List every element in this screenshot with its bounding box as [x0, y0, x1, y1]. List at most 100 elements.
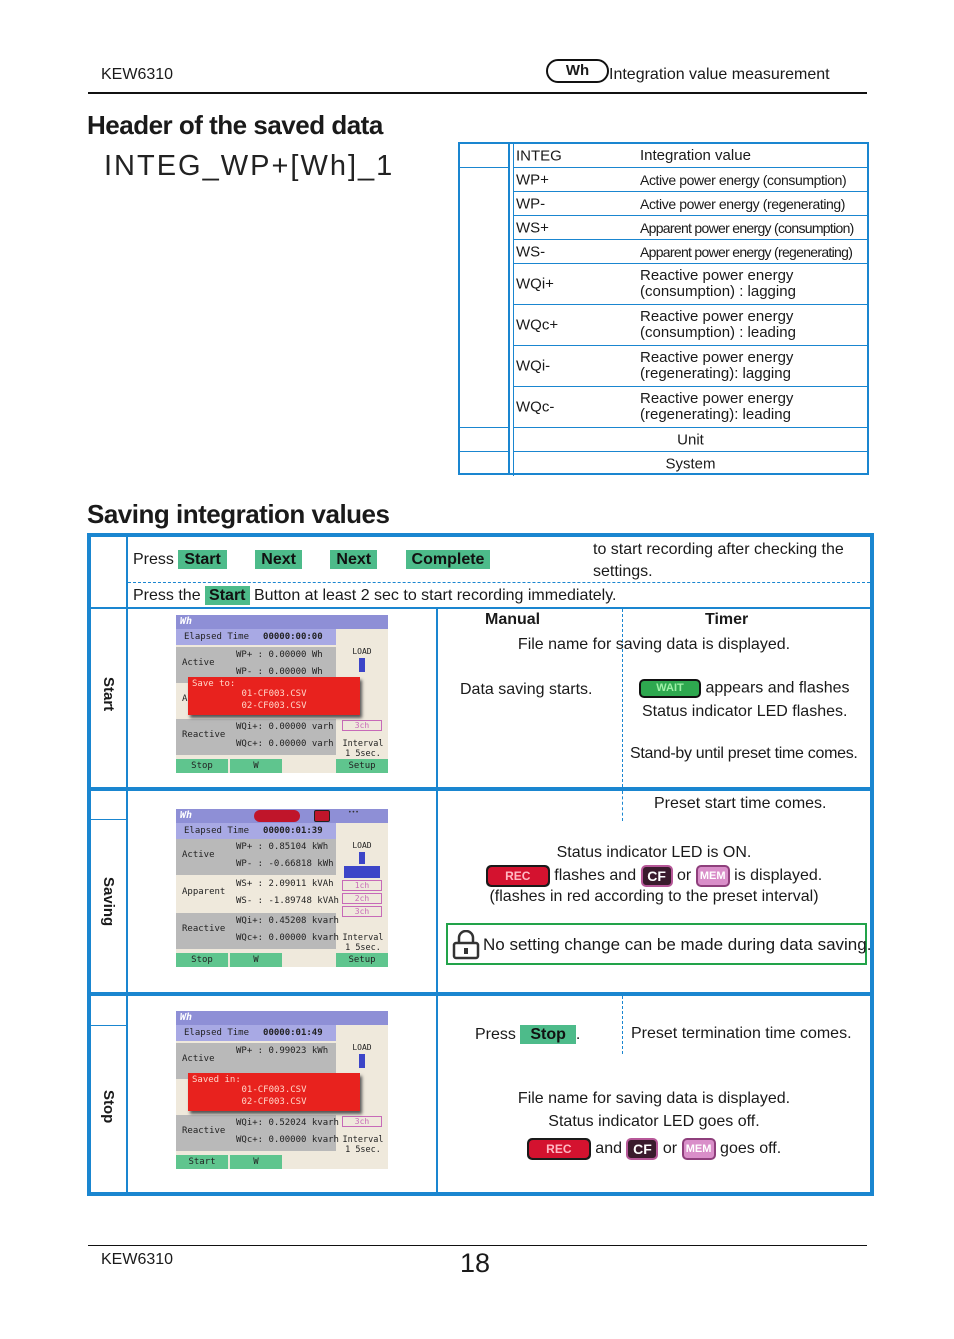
start-button[interactable]: Start [178, 550, 227, 569]
legend-left-column [460, 144, 510, 473]
screen-footer: Stop W Setup [176, 953, 388, 967]
legend-row: WP- Active power energy (regenerating) [514, 192, 867, 216]
legend-description-line: (consumption) : leading [640, 324, 796, 341]
legend-row: WQc+ Reactive power energy (consumption) … [514, 305, 867, 346]
lock-icon [452, 930, 480, 960]
elapsed-time: Elapsed Time 00000:01:39 [176, 823, 336, 839]
start-button[interactable]: Start [205, 586, 250, 605]
reading: WQi+: 0.52024 kvarh [236, 1118, 339, 1128]
start-filename-text: File name for saving data is displayed. [517, 636, 791, 653]
screen-w-button: W [230, 759, 282, 773]
group-name: Active [182, 850, 215, 860]
channel-1: 1ch [342, 880, 382, 891]
cf-icon: CF [626, 1138, 659, 1160]
stop-or-text: or [662, 1140, 678, 1158]
intro-after-line: settings. [593, 563, 653, 580]
legend-row: INTEG Integration value [514, 144, 867, 168]
reading: WP+ : 0.99023 kWh [236, 1046, 329, 1056]
reading: WP- : -0.66818 kWh [236, 859, 334, 869]
mem-icon: MEM [681, 1138, 716, 1160]
saving-led-text: Status indicator LED is ON. [556, 844, 752, 861]
wait-icon-label: WAIT [641, 681, 699, 696]
screen-titlebar: Wh ••• [176, 809, 388, 823]
group-reactive: Reactive WQi+: 0.00000 varh WQc+: 0.0000… [176, 719, 336, 755]
reading: WP+ : 0.00000 Wh [236, 650, 323, 660]
stop-button[interactable]: Stop [520, 1025, 576, 1044]
screen-w-button: W [230, 1155, 282, 1169]
legend-row-unit: Unit [514, 428, 867, 452]
legend-description: Active power energy (consumption) [640, 171, 847, 188]
rec-icon: REC [485, 865, 550, 887]
reading: WP- : 0.00000 Wh [236, 667, 323, 677]
legend-code: WS- [516, 243, 546, 260]
footer-model: KEW6310 [101, 1251, 174, 1268]
interval: Interval 1 5sec. [339, 739, 387, 759]
channel-3: 3ch [342, 1116, 382, 1127]
reading: WQc+: 0.00000 kvarh [236, 933, 339, 943]
legend-row: WS- Apparent power energy (regenerating) [514, 240, 867, 264]
start-timer-text: appears and flashes [705, 679, 850, 697]
elapsed-time: Elapsed Time 00000:01:49 [176, 1025, 336, 1041]
header-legend-table: INTEG Integration value WP+ Active power… [458, 142, 869, 476]
saving-timer-text: Preset start time comes. [654, 795, 827, 812]
stop-led-text: Status indicator LED goes off. [548, 1113, 760, 1130]
stop-press-label: Press [475, 1026, 516, 1043]
divider [460, 451, 510, 452]
procedure-table: Press Start Next Next Complete to start … [87, 533, 874, 1196]
column-manual: Manual [485, 611, 541, 628]
reading: WS- : -1.89748 kVAh [236, 896, 339, 906]
divider [460, 167, 510, 168]
stop-off-text: goes off. [720, 1140, 782, 1158]
next-button[interactable]: Next [330, 550, 378, 569]
reading: WQi+: 0.45208 kvarh [236, 916, 339, 926]
screen-titlebar: Wh [176, 1011, 388, 1025]
legend-code: WQi- [516, 357, 551, 375]
legend-row: WQi- Reactive power energy (regenerating)… [514, 346, 867, 387]
stop-filename-text: File name for saving data is displayed. [517, 1090, 791, 1107]
popup-file: 02-CF003.CSV [241, 1097, 307, 1107]
legend-row-system: System [514, 452, 867, 476]
interval: Interval 1 5sec. [339, 1135, 387, 1155]
stop-manual-instruction: Press Stop. [475, 1025, 580, 1044]
interval: Interval 1 5sec. [339, 933, 387, 953]
header-rule [88, 92, 867, 94]
intro-press-label: Press [133, 551, 174, 568]
legend-code: WP- [516, 195, 546, 212]
wait-icon: WAIT [639, 679, 701, 698]
complete-button[interactable]: Complete [405, 550, 491, 569]
rec-icon-label: REC [528, 1140, 589, 1158]
reading: WQi+: 0.00000 varh [236, 722, 334, 732]
legend-description-line: (regenerating): lagging [640, 365, 791, 382]
save-to-popup: Save to: 01-CF003.CSV 02-CF003.CSV [188, 677, 360, 715]
legend-description-line: Reactive power energy [640, 308, 794, 325]
legend-description: Reactive power energy (consumption) : lag… [640, 268, 796, 300]
cf-indicator-icon [314, 810, 330, 822]
load-panel: LOAD 1ch 2ch 3ch [338, 841, 386, 919]
group-name: Apparent [182, 887, 226, 897]
wh-logo-icon: Wh [180, 1012, 193, 1023]
legend-row: WS+ Apparent power energy (consumption) [514, 216, 867, 240]
elapsed-label: Elapsed Time [184, 826, 250, 836]
legend-description-line: Reactive power energy [640, 390, 794, 407]
elapsed-label: Elapsed Time [184, 632, 250, 642]
screen-saving: Wh ••• Elapsed Time 00000:01:39 Active WP… [176, 809, 388, 967]
header-section-title: Integration value measurement [609, 66, 830, 83]
lock-note: No setting change can be made during dat… [446, 923, 871, 965]
divider [91, 992, 870, 996]
divider [460, 427, 510, 428]
intro-instruction: Press Start Next Next Complete [133, 550, 491, 569]
legend-row: WQi+ Reactive power energy (consumption) … [514, 264, 867, 305]
load-label: LOAD [352, 841, 372, 850]
load-indicator [344, 866, 380, 878]
rec-indicator-icon [254, 810, 300, 822]
elapsed-value: 00000:01:39 [263, 826, 323, 836]
saving-interval-text: (flashes in red according to the preset … [489, 888, 819, 905]
header-model: KEW6310 [101, 66, 174, 83]
screen-stop-button: Stop [176, 759, 228, 773]
intro-hold-text: Button at least 2 sec to start recording… [253, 587, 617, 604]
stop-timer-text: Preset termination time comes. [631, 1025, 852, 1042]
reading: WP+ : 0.85104 kWh [236, 842, 329, 852]
next-button[interactable]: Next [255, 550, 302, 569]
interval-label: Interval [342, 739, 384, 749]
lock-note-text: No setting change can be made during dat… [483, 935, 872, 954]
